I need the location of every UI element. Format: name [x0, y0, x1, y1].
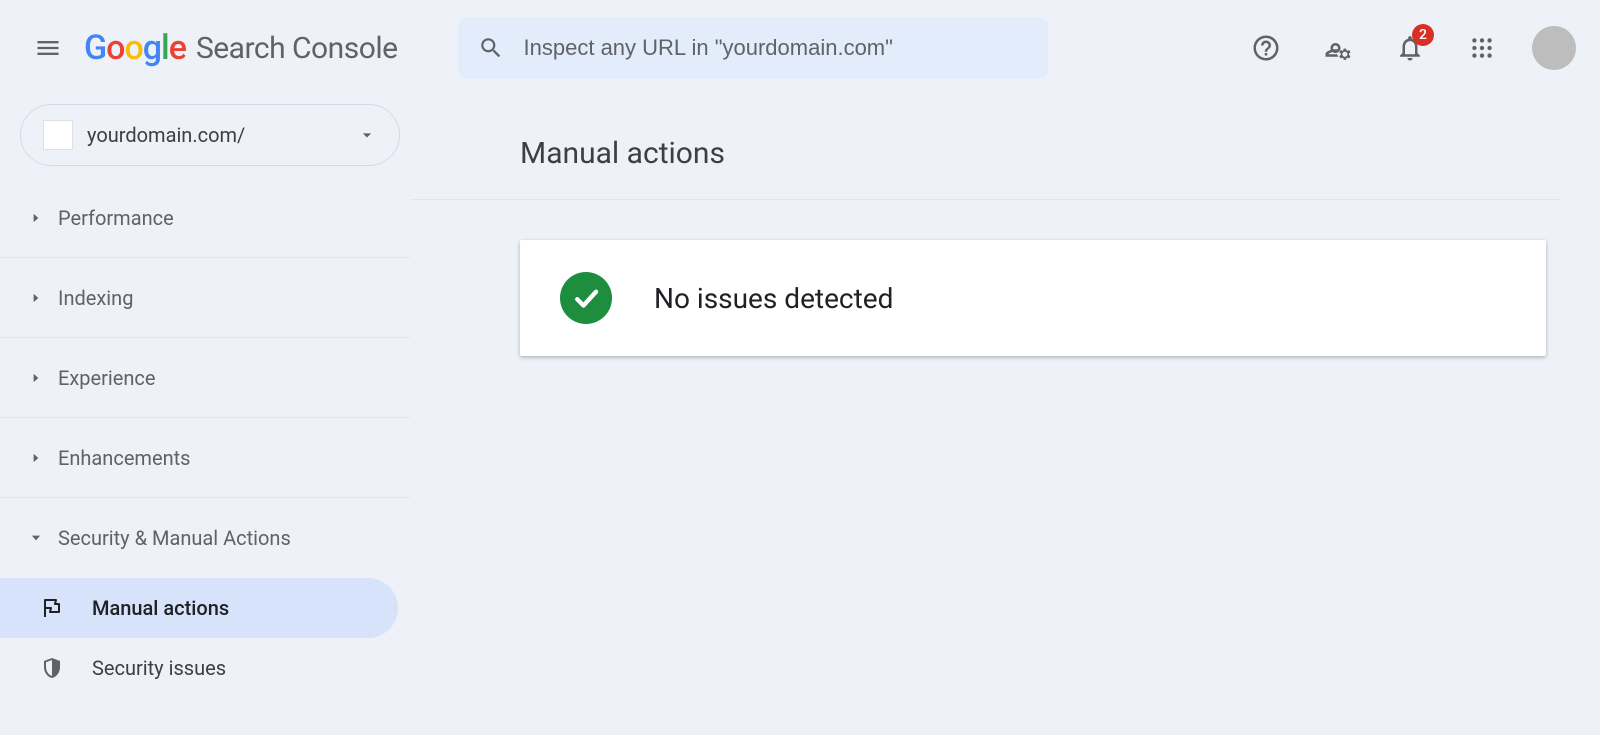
sidebar-item-performance[interactable]: Performance	[0, 178, 410, 258]
header-actions: 2	[1244, 26, 1576, 70]
page-title: Manual actions	[410, 136, 1560, 200]
main-menu-button[interactable]	[24, 24, 72, 72]
account-avatar[interactable]	[1532, 26, 1576, 70]
property-selector[interactable]: yourdomain.com/	[20, 104, 400, 166]
sidebar-item-label: Security & Manual Actions	[58, 526, 291, 550]
notifications-button[interactable]: 2	[1388, 26, 1432, 70]
sidebar-subitem-label: Manual actions	[92, 596, 229, 620]
app-header: Google Search Console 2	[0, 0, 1600, 96]
dropdown-arrow-icon	[357, 125, 377, 145]
help-button[interactable]	[1244, 26, 1288, 70]
product-logo[interactable]: Google Search Console	[84, 28, 398, 68]
sidebar-subitem-label: Security issues	[92, 656, 226, 680]
google-apps-button[interactable]	[1460, 26, 1504, 70]
sidebar-subitem-manual-actions[interactable]: Manual actions	[0, 578, 398, 638]
hamburger-icon	[34, 34, 62, 62]
search-icon	[478, 35, 504, 61]
chevron-right-icon	[28, 211, 44, 225]
property-favicon	[43, 120, 73, 150]
url-inspect-input[interactable]	[524, 35, 1028, 61]
sidebar-item-label: Experience	[58, 366, 156, 390]
sidebar-item-enhancements[interactable]: Enhancements	[0, 418, 410, 498]
status-card: No issues detected	[520, 240, 1546, 356]
sidebar-item-indexing[interactable]: Indexing	[0, 258, 410, 338]
sidebar-item-label: Performance	[58, 206, 174, 230]
help-icon	[1251, 33, 1281, 63]
property-label: yourdomain.com/	[87, 123, 343, 147]
url-inspect-search[interactable]	[458, 17, 1048, 79]
chevron-right-icon	[28, 371, 44, 385]
sidebar-item-label: Enhancements	[58, 446, 190, 470]
sidebar: yourdomain.com/ Performance Indexing Exp…	[0, 96, 410, 735]
chevron-right-icon	[28, 451, 44, 465]
sidebar-subitem-security-issues[interactable]: Security issues	[0, 638, 398, 698]
status-message: No issues detected	[654, 282, 893, 315]
shield-icon	[40, 656, 64, 680]
apps-grid-icon	[1469, 35, 1495, 61]
sidebar-item-security[interactable]: Security & Manual Actions	[0, 498, 410, 578]
user-settings-icon	[1323, 33, 1353, 63]
success-check-icon	[560, 272, 612, 324]
chevron-down-icon	[28, 531, 44, 545]
sidebar-item-label: Indexing	[58, 286, 133, 310]
flag-icon	[40, 596, 64, 620]
google-logo: Google	[84, 28, 186, 68]
chevron-right-icon	[28, 291, 44, 305]
main-content: Manual actions No issues detected	[410, 96, 1600, 735]
product-name: Search Console	[196, 31, 398, 66]
notification-badge: 2	[1412, 24, 1434, 46]
sidebar-item-experience[interactable]: Experience	[0, 338, 410, 418]
user-settings-button[interactable]	[1316, 26, 1360, 70]
